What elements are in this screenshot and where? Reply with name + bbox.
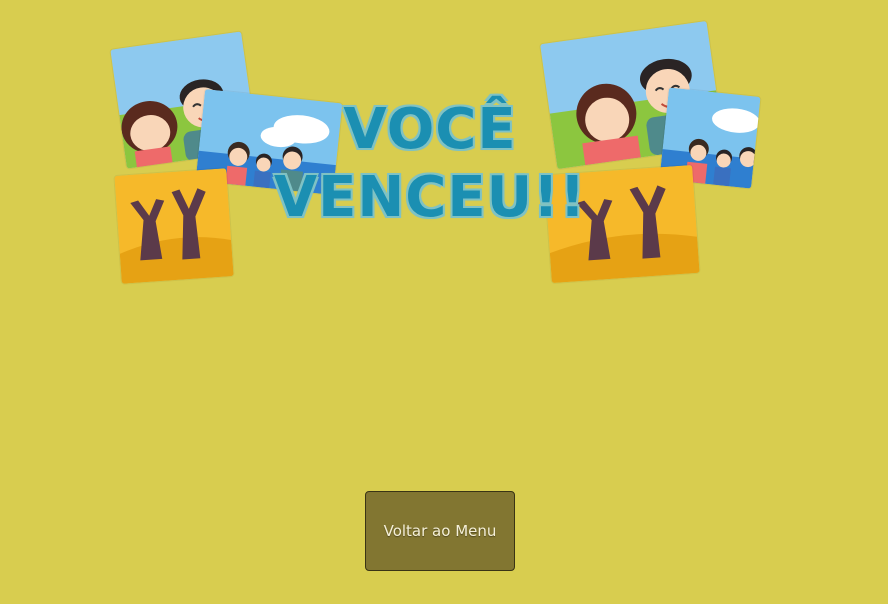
back-to-menu-button[interactable]: Voltar ao Menu [365,491,515,571]
victory-title-line1: VOCÊ [343,97,517,162]
back-to-menu-label: Voltar ao Menu [383,522,497,540]
victory-title: VOCÊ VENCEU!! [250,96,610,232]
celebration-card-left [114,168,234,284]
victory-title-line2: VENCEU!! [273,165,587,230]
